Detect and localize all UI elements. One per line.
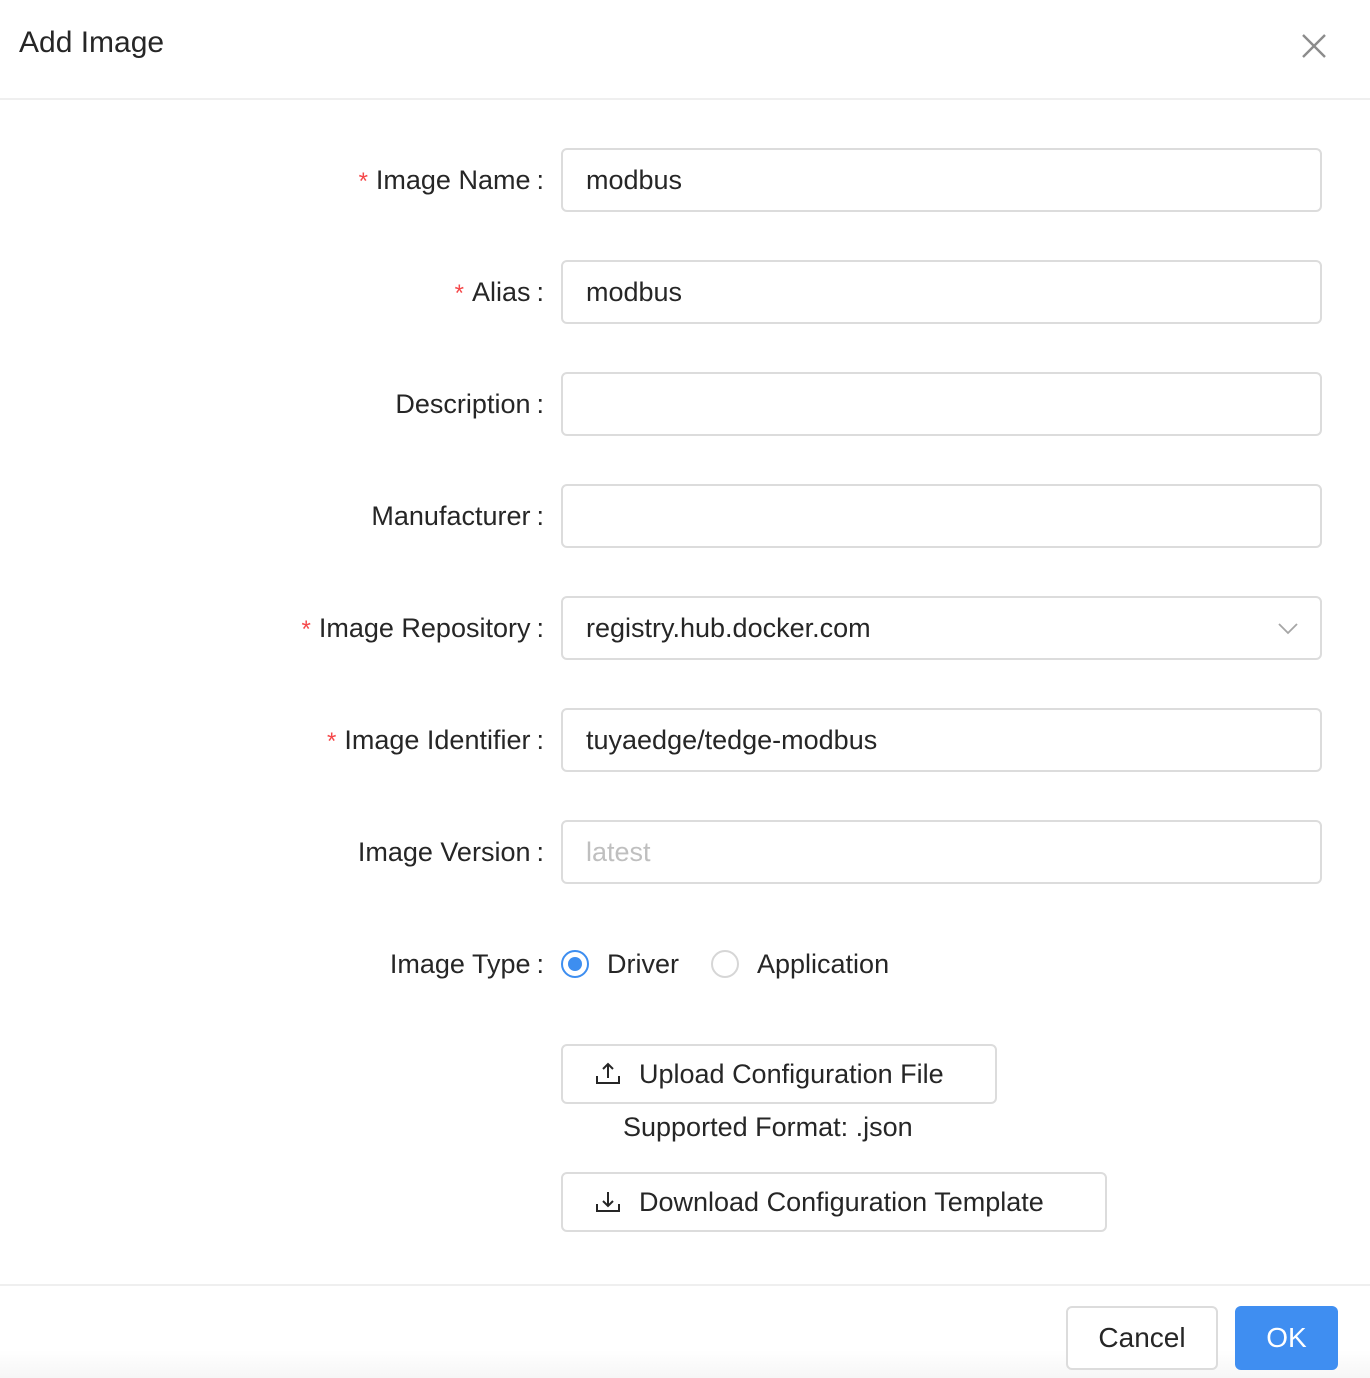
close-button[interactable]: [1298, 30, 1330, 62]
radio-application[interactable]: Application: [711, 949, 889, 980]
form-row-image-version: Image Version:: [0, 820, 1370, 884]
form-row-image-name: * Image Name:: [0, 148, 1370, 212]
dialog-title: Add Image: [19, 26, 165, 59]
download-icon: [596, 1192, 620, 1212]
manufacturer-field[interactable]: [561, 484, 1322, 548]
manufacturer-label: Manufacturer:: [371, 501, 544, 531]
manufacturer-input[interactable]: [563, 486, 1320, 546]
form-row-description: Description:: [0, 372, 1370, 436]
image-name-label: * Image Name:: [358, 165, 544, 195]
form-row-manufacturer: Manufacturer:: [0, 484, 1370, 548]
image-repository-value: registry.hub.docker.com: [586, 613, 871, 643]
image-identifier-input[interactable]: [563, 710, 1320, 770]
image-identifier-label: * Image Identifier:: [327, 725, 544, 755]
required-mark: *: [454, 280, 464, 307]
image-type-radio-group: Driver Application: [561, 932, 921, 996]
form-row-alias: * Alias:: [0, 260, 1370, 324]
download-template-label: Download Configuration Template: [639, 1186, 1044, 1217]
image-repository-select[interactable]: registry.hub.docker.com: [561, 596, 1322, 660]
close-icon: [1302, 34, 1326, 58]
form-row-image-repository: * Image Repository: registry.hub.docker.c…: [0, 596, 1370, 660]
image-version-label: Image Version:: [357, 837, 544, 867]
form-row-image-type: Image Type: Driver Application: [0, 932, 1370, 996]
upload-icon: [596, 1062, 620, 1084]
image-type-label: Image Type:: [389, 949, 544, 979]
alias-field[interactable]: [561, 260, 1322, 324]
alias-input[interactable]: [563, 262, 1320, 322]
ok-button[interactable]: OK: [1235, 1306, 1338, 1370]
alias-label: * Alias:: [454, 277, 544, 307]
upload-config-label: Upload Configuration File: [639, 1058, 944, 1089]
image-name-field[interactable]: [561, 148, 1322, 212]
upload-config-button[interactable]: Upload Configuration File: [561, 1044, 997, 1104]
form-row-image-identifier: * Image Identifier:: [0, 708, 1370, 772]
description-label: Description:: [395, 389, 544, 419]
image-repository-label: * Image Repository:: [301, 613, 544, 643]
image-version-input[interactable]: [563, 822, 1320, 882]
image-version-field[interactable]: [561, 820, 1322, 884]
image-name-input[interactable]: [563, 150, 1320, 210]
cancel-button[interactable]: Cancel: [1066, 1306, 1218, 1370]
download-template-button[interactable]: Download Configuration Template: [561, 1172, 1107, 1232]
radio-button-unchecked[interactable]: [711, 950, 739, 978]
chevron-down-icon: [1278, 623, 1298, 635]
required-mark: *: [327, 728, 337, 755]
dialog-header: Add Image: [0, 0, 1370, 100]
required-mark: *: [358, 168, 368, 195]
radio-driver-label: Driver: [607, 948, 679, 979]
image-identifier-field[interactable]: [561, 708, 1322, 772]
required-mark: *: [301, 616, 311, 643]
supported-format-hint: Supported Format: .json: [623, 1112, 913, 1142]
radio-button-checked[interactable]: [561, 950, 589, 978]
description-input[interactable]: [563, 374, 1320, 434]
description-field[interactable]: [561, 372, 1322, 436]
radio-driver[interactable]: Driver: [561, 949, 679, 980]
radio-application-label: Application: [757, 948, 890, 979]
